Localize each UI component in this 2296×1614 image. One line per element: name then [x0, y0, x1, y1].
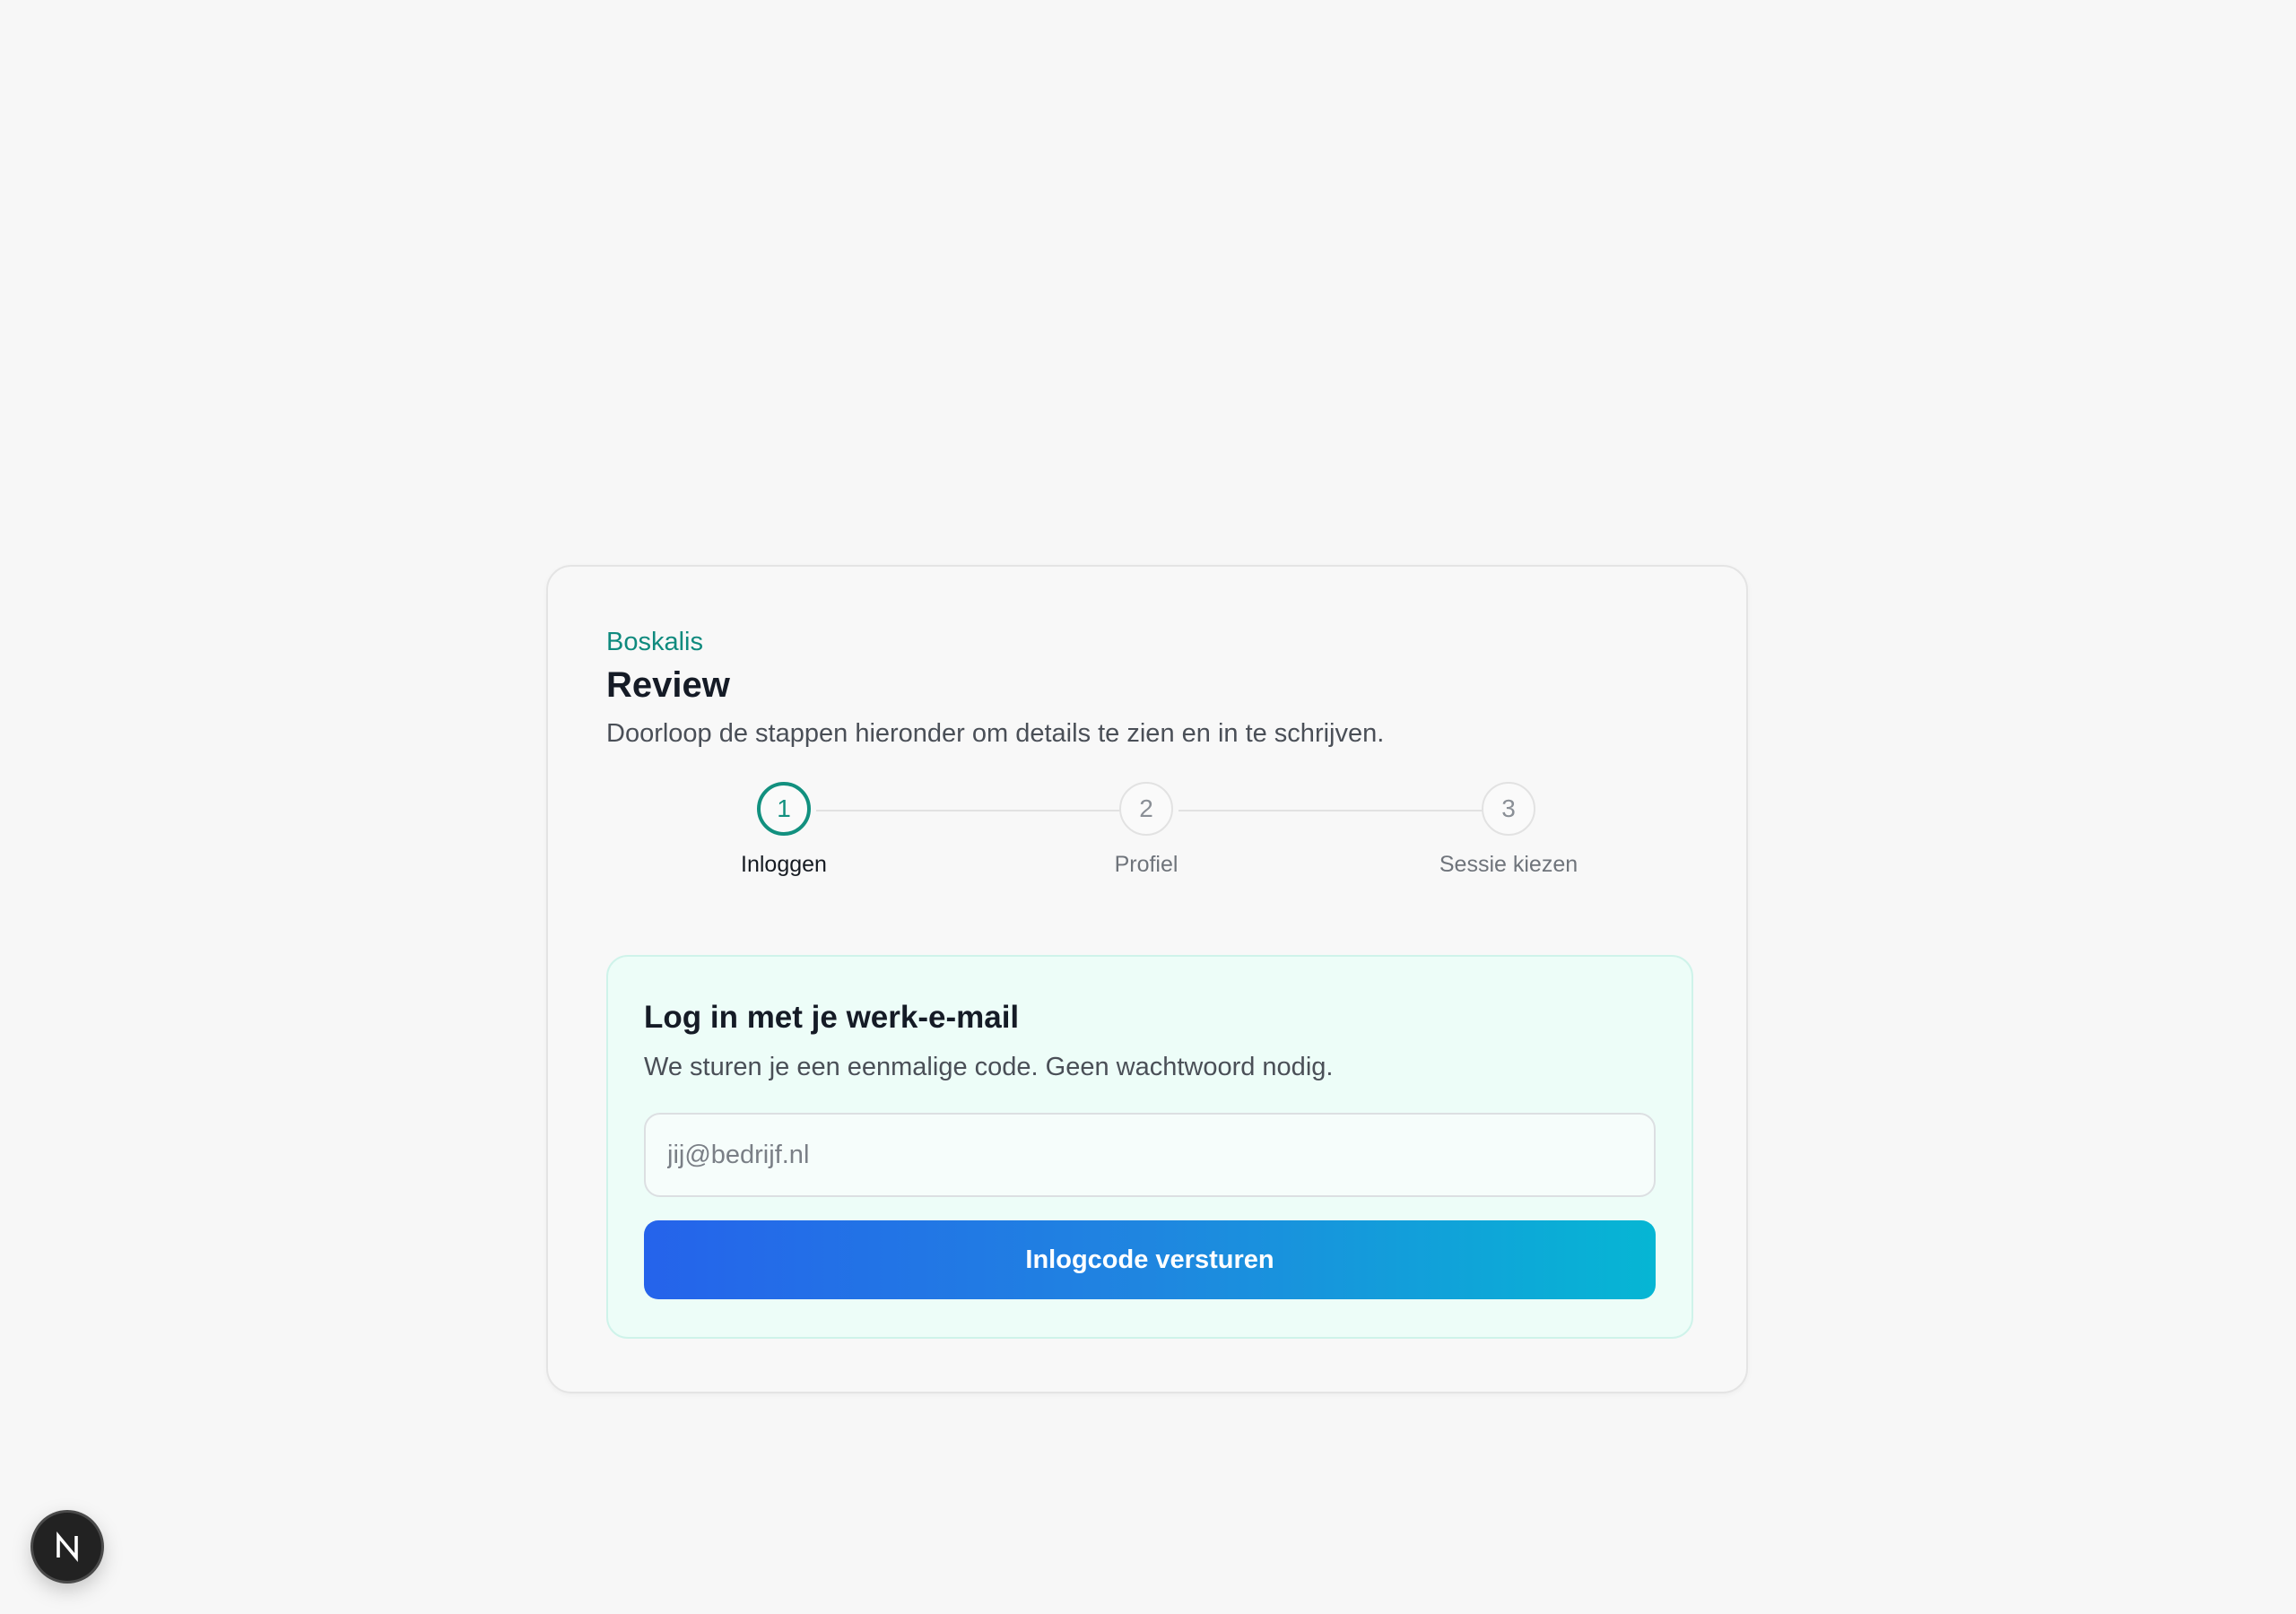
login-panel: Log in met je werk-e-mail We sturen je e… — [606, 955, 1693, 1339]
login-title: Log in met je werk-e-mail — [644, 1000, 1020, 1035]
step-number: 1 — [757, 782, 811, 836]
login-description: We sturen je een eenmalige code. Geen wa… — [644, 1053, 1334, 1081]
nextjs-dev-indicator[interactable] — [33, 1513, 101, 1581]
send-login-code-button[interactable]: Inlogcode versturen — [644, 1220, 1656, 1299]
email-field[interactable] — [644, 1113, 1656, 1197]
step-sessie-kiezen: 3 Sessie kiezen — [1401, 782, 1616, 878]
nextjs-logo-icon — [57, 1532, 78, 1562]
review-card: Boskalis Review Doorloop de stappen hier… — [546, 565, 1748, 1393]
step-number: 2 — [1119, 782, 1173, 836]
step-label: Inloggen — [741, 852, 827, 877]
step-inloggen: 1 Inloggen — [676, 782, 891, 878]
step-label: Profiel — [1114, 852, 1178, 877]
stepper: 1 Inloggen 2 Profiel 3 Sessie kiezen — [606, 782, 1692, 889]
brand-name: Boskalis — [606, 628, 703, 656]
step-label: Sessie kiezen — [1439, 852, 1578, 877]
page-subtitle: Doorloop de stappen hieronder om details… — [606, 719, 1385, 748]
step-profiel: 2 Profiel — [1039, 782, 1254, 878]
step-number: 3 — [1482, 782, 1535, 836]
page-title: Review — [606, 665, 730, 705]
